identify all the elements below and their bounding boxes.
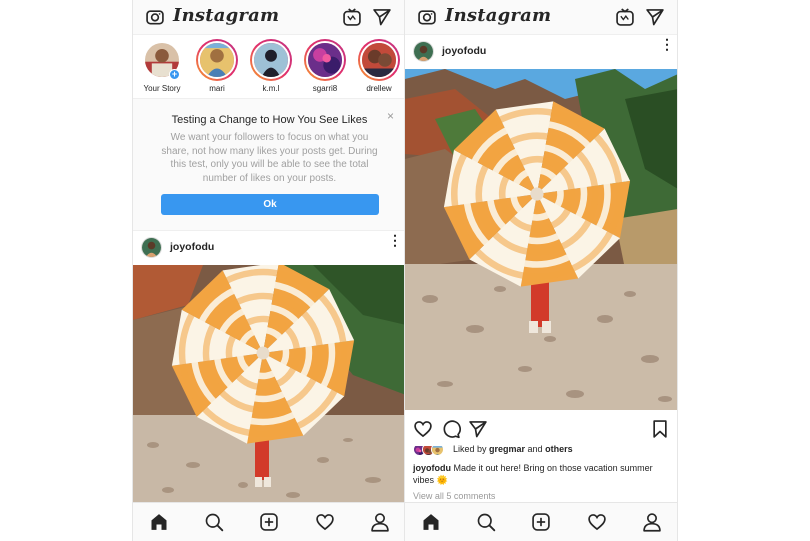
add-story-badge[interactable]: + bbox=[169, 69, 180, 80]
ok-button[interactable]: Ok bbox=[161, 194, 379, 215]
activity-heart-icon[interactable] bbox=[315, 512, 335, 532]
camera-icon[interactable] bbox=[145, 7, 165, 27]
igtv-icon[interactable] bbox=[342, 7, 362, 27]
heart-icon[interactable] bbox=[413, 419, 433, 439]
liked-by-text: Liked by gregmar and others bbox=[453, 444, 573, 454]
beach-umbrella-photo bbox=[133, 265, 404, 503]
bottom-nav bbox=[133, 502, 404, 541]
home-icon[interactable] bbox=[421, 512, 441, 532]
add-post-icon[interactable] bbox=[259, 512, 279, 532]
liked-by-others[interactable]: others bbox=[545, 444, 573, 454]
profile-icon[interactable] bbox=[370, 512, 390, 532]
avatar bbox=[306, 41, 344, 79]
bookmark-icon[interactable] bbox=[650, 419, 670, 439]
direct-send-icon[interactable] bbox=[645, 7, 665, 27]
avatar[interactable] bbox=[413, 41, 434, 62]
share-icon[interactable] bbox=[468, 419, 488, 439]
post-photo[interactable] bbox=[405, 69, 677, 410]
story-sgarri8[interactable]: sgarri8 bbox=[300, 39, 350, 93]
post-username[interactable]: joyofodu bbox=[442, 45, 486, 57]
likes-test-notice: × Testing a Change to How You See Likes … bbox=[133, 99, 404, 231]
add-post-icon[interactable] bbox=[531, 512, 551, 532]
avatar bbox=[198, 41, 236, 79]
liked-by-prefix: Liked by bbox=[453, 444, 490, 454]
story-your-story[interactable]: + Your Story bbox=[137, 39, 187, 93]
igtv-icon[interactable] bbox=[615, 7, 635, 27]
more-options-icon[interactable]: ⋮ bbox=[660, 37, 674, 51]
story-name: k.m.l bbox=[262, 84, 280, 93]
top-bar: Instagram bbox=[133, 0, 404, 35]
story-kml[interactable]: k.m.l bbox=[246, 39, 296, 93]
story-ring bbox=[250, 39, 292, 81]
bottom-nav bbox=[405, 502, 677, 541]
post-header: joyofodu ⋮ bbox=[133, 231, 404, 265]
left-phone-screen: Instagram + Your Story mari k.m.l sgarri… bbox=[132, 0, 405, 541]
story-mari[interactable]: mari bbox=[192, 39, 242, 93]
notice-body: We want your followers to focus on what … bbox=[161, 132, 378, 184]
liked-by-user[interactable]: gregmar bbox=[489, 444, 525, 454]
avatar bbox=[360, 41, 398, 79]
caption-username[interactable]: joyofodu bbox=[413, 463, 451, 473]
story-name: sgarri8 bbox=[312, 84, 338, 93]
post-photo[interactable] bbox=[133, 265, 404, 503]
top-bar: Instagram bbox=[405, 0, 677, 35]
story-ring bbox=[358, 39, 400, 81]
comment-icon[interactable] bbox=[441, 419, 461, 439]
activity-heart-icon[interactable] bbox=[587, 512, 607, 532]
search-icon[interactable] bbox=[204, 512, 224, 532]
notice-title: Testing a Change to How You See Likes bbox=[171, 114, 368, 126]
story-ring bbox=[304, 39, 346, 81]
camera-icon[interactable] bbox=[417, 7, 437, 27]
story-name: mari bbox=[209, 84, 225, 93]
story-name: Your Story bbox=[143, 84, 181, 93]
liked-by-suffix: and bbox=[525, 444, 546, 454]
avatar[interactable] bbox=[141, 237, 162, 258]
home-icon[interactable] bbox=[149, 512, 169, 532]
post-header: joyofodu ⋮ bbox=[405, 35, 677, 69]
direct-send-icon[interactable] bbox=[372, 7, 392, 27]
post-username[interactable]: joyofodu bbox=[170, 241, 214, 253]
post-caption: joyofodu Made it out here! Bring on thos… bbox=[413, 462, 670, 486]
right-phone-screen: Instagram joyofodu ⋮ Liked by gregmar an… bbox=[405, 0, 678, 541]
stories-tray: + Your Story mari k.m.l sgarri8 drellew bbox=[133, 35, 404, 99]
instagram-logo: Instagram bbox=[173, 5, 280, 26]
post-actions: Liked by gregmar and others joyofodu Mad… bbox=[405, 410, 677, 508]
story-name: drellew bbox=[366, 84, 392, 93]
instagram-logo: Instagram bbox=[445, 5, 552, 26]
beach-umbrella-photo bbox=[405, 69, 677, 410]
more-options-icon[interactable]: ⋮ bbox=[388, 233, 402, 247]
view-all-comments-link[interactable]: View all 5 comments bbox=[413, 491, 495, 501]
avatar bbox=[252, 41, 290, 79]
story-drellew[interactable]: drellew bbox=[354, 39, 404, 93]
avatar bbox=[431, 443, 444, 456]
profile-icon[interactable] bbox=[642, 512, 662, 532]
story-ring bbox=[196, 39, 238, 81]
search-icon[interactable] bbox=[476, 512, 496, 532]
